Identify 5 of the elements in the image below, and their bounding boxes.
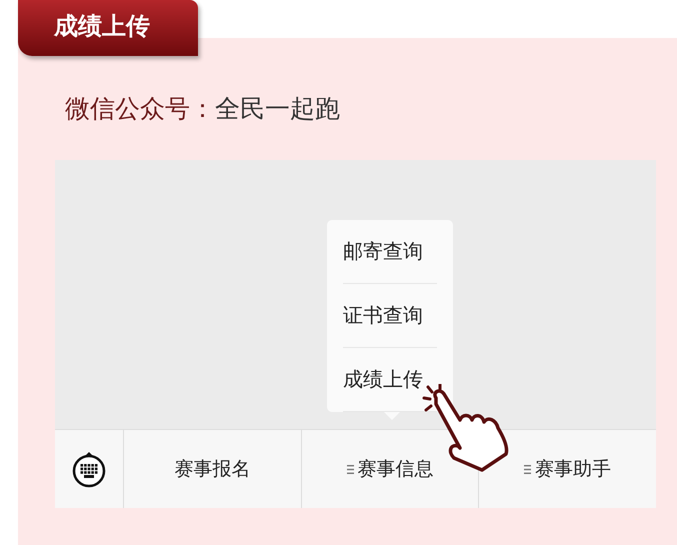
popup-menu-item[interactable]: 邮寄查询 [343, 220, 437, 284]
account-label: 微信公众号： [65, 93, 215, 125]
popup-menu-item[interactable]: 证书查询 [343, 284, 437, 348]
account-name: 全民一起跑 [215, 93, 340, 125]
keyboard-icon[interactable] [72, 450, 106, 488]
